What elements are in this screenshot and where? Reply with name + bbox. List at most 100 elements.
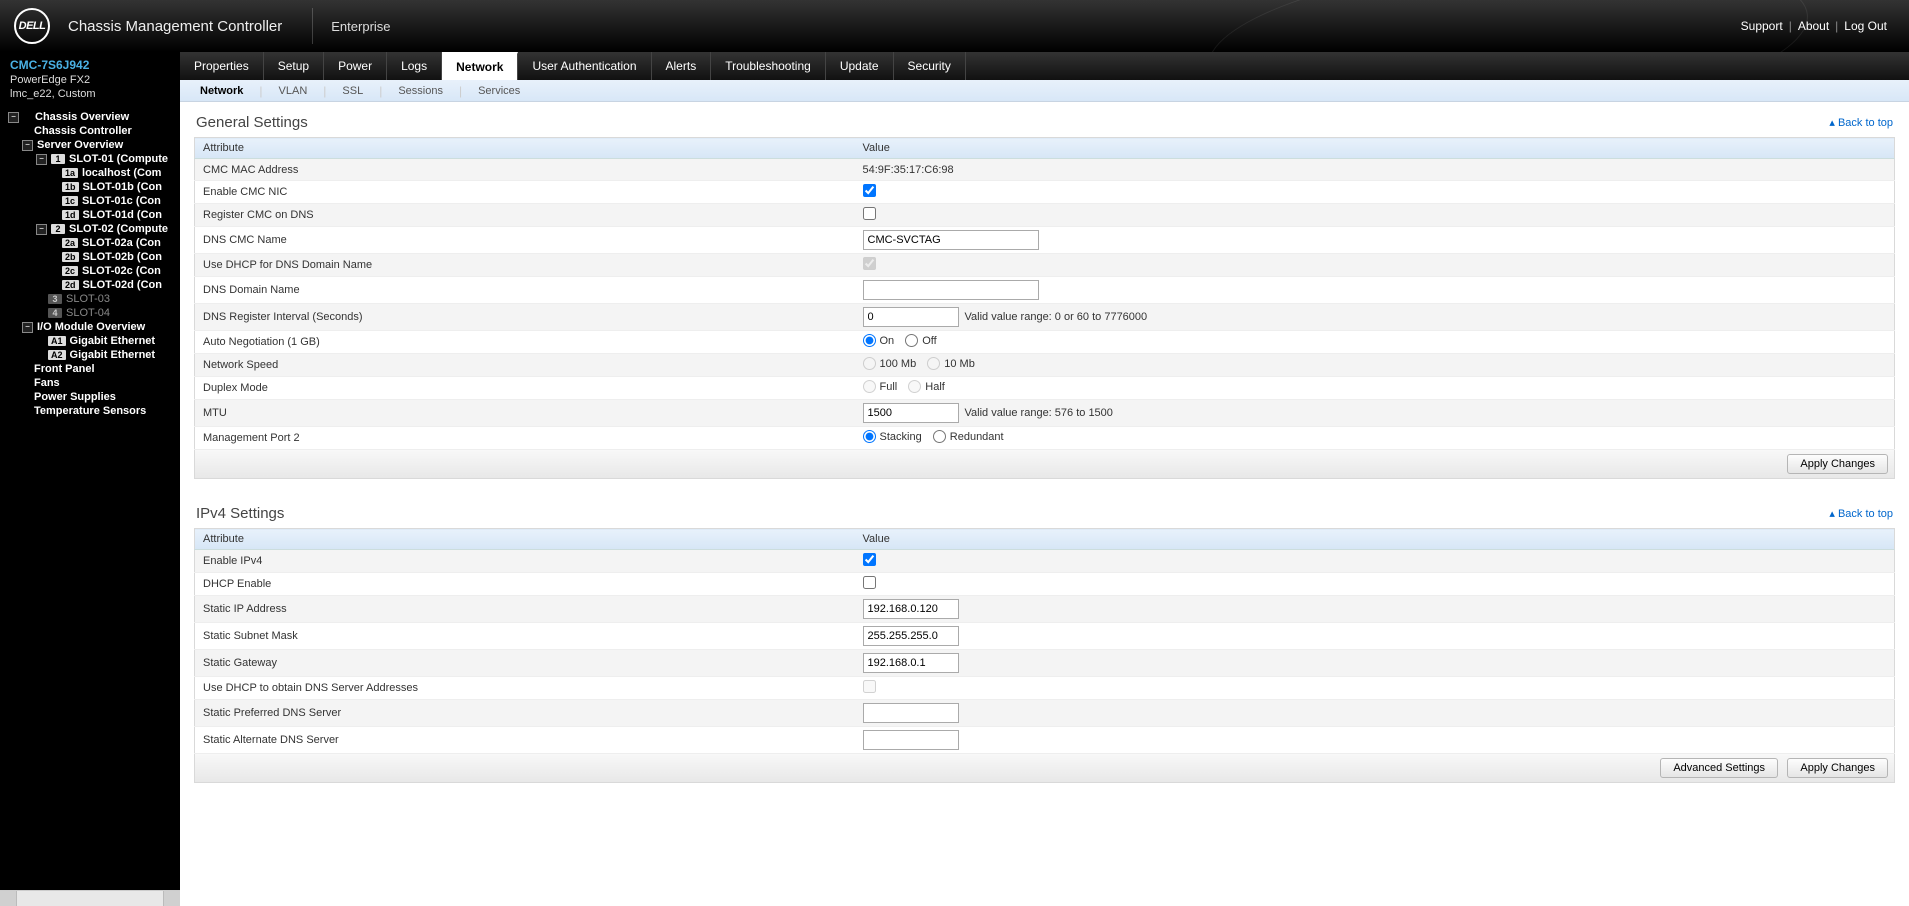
ipv4-dns2-input[interactable] [863,730,959,750]
logout-link[interactable]: Log Out [1844,19,1887,33]
dns-interval-label: DNS Register Interval (Seconds) [195,304,855,331]
back-to-top-link[interactable]: Back to top [1829,507,1893,520]
mgmt2-label: Management Port 2 [195,427,855,450]
register-dns-checkbox[interactable] [863,207,876,220]
ipv4-dhcp-checkbox[interactable] [863,576,876,589]
col-attribute: Attribute [195,529,855,550]
mtu-hint: Valid value range: 576 to 1500 [965,407,1113,419]
about-link[interactable]: About [1798,19,1829,33]
general-apply-button[interactable]: Apply Changes [1787,454,1888,474]
col-value: Value [855,138,1895,159]
tree-slot-02c[interactable]: 2cSLOT-02c (Con [6,264,180,278]
general-settings-title: General Settings [196,114,308,131]
tab-user-authentication[interactable]: User Authentication [518,52,651,80]
ipv4-dns1-input[interactable] [863,703,959,723]
autoneg-on-radio[interactable] [863,334,876,347]
collapse-icon[interactable]: − [36,154,47,165]
sidebar-h-scrollbar[interactable] [0,890,180,906]
dns-name-label: DNS CMC Name [195,227,855,254]
subtab-vlan[interactable]: VLAN [269,85,318,97]
service-tag: CMC-7S6J942 [10,58,170,72]
sidebar: CMC-7S6J942 PowerEdge FX2 lmc_e22, Custo… [0,52,180,890]
ipv4-settings-table: Attribute Value Enable IPv4 DHCP Enable … [194,528,1895,754]
subtab-ssl[interactable]: SSL [332,85,373,97]
tab-setup[interactable]: Setup [264,52,324,80]
collapse-icon[interactable]: − [22,140,33,151]
duplex-label: Duplex Mode [195,377,855,400]
ipv4-mask-label: Static Subnet Mask [195,623,855,650]
general-settings-table: Attribute Value CMC MAC Address54:9F:35:… [194,137,1895,450]
duplex-half-radio [908,380,921,393]
tab-update[interactable]: Update [826,52,894,80]
tree-power-supplies[interactable]: Power Supplies [6,390,180,404]
mtu-input[interactable] [863,403,959,423]
banner-title: Chassis Management Controller [68,18,282,35]
tree-chassis-controller[interactable]: Chassis Controller [6,124,180,138]
collapse-icon[interactable]: − [36,224,47,235]
ipv4-dhcp-dns-checkbox [863,680,876,693]
subtab-sessions[interactable]: Sessions [388,85,453,97]
enable-nic-label: Enable CMC NIC [195,181,855,204]
col-attribute: Attribute [195,138,855,159]
tree-slot-01c[interactable]: 1cSLOT-01c (Con [6,194,180,208]
tab-alerts[interactable]: Alerts [652,52,712,80]
dns-domain-input[interactable] [863,280,1039,300]
tree-server-overview[interactable]: −Server Overview [6,138,180,152]
tree-slot-02d[interactable]: 2dSLOT-02d (Con [6,278,180,292]
dns-interval-hint: Valid value range: 0 or 60 to 7776000 [965,311,1148,323]
tab-troubleshooting[interactable]: Troubleshooting [711,52,826,80]
mac-value: 54:9F:35:17:C6:98 [855,159,1895,181]
tree-slot-01b[interactable]: 1bSLOT-01b (Con [6,180,180,194]
tree-gige-a1[interactable]: A1Gigabit Ethernet [6,334,180,348]
ipv4-enable-label: Enable IPv4 [195,550,855,573]
tree-slot-04[interactable]: 4SLOT-04 [6,306,180,320]
tab-logs[interactable]: Logs [387,52,442,80]
dhcp-dns-domain-checkbox [863,257,876,270]
ipv4-apply-button[interactable]: Apply Changes [1787,758,1888,778]
dhcp-dns-domain-label: Use DHCP for DNS Domain Name [195,254,855,277]
location: lmc_e22, Custom [10,86,170,106]
back-to-top-link[interactable]: Back to top [1829,116,1893,129]
tab-security[interactable]: Security [894,52,966,80]
autoneg-label: Auto Negotiation (1 GB) [195,331,855,354]
subtab-services[interactable]: Services [468,85,530,97]
tree-gige-a2[interactable]: A2Gigabit Ethernet [6,348,180,362]
ipv4-ip-input[interactable] [863,599,959,619]
banner-divider [312,8,313,44]
ipv4-dns1-label: Static Preferred DNS Server [195,700,855,727]
model-name: PowerEdge FX2 [10,72,170,86]
tree-fans[interactable]: Fans [6,376,180,390]
ipv4-enable-checkbox[interactable] [863,553,876,566]
tree-temp-sensors[interactable]: Temperature Sensors [6,404,180,418]
ipv4-advanced-button[interactable]: Advanced Settings [1660,758,1778,778]
duplex-full-radio [863,380,876,393]
subtab-network[interactable]: Network [190,85,253,97]
mgmt2-stacking-radio[interactable] [863,430,876,443]
tree-slot-01d[interactable]: 1dSLOT-01d (Con [6,208,180,222]
mgmt2-redundant-radio[interactable] [933,430,946,443]
collapse-icon[interactable]: − [8,112,19,123]
support-link[interactable]: Support [1741,19,1783,33]
tab-power[interactable]: Power [324,52,387,80]
dns-interval-input[interactable] [863,307,959,327]
tab-network[interactable]: Network [442,52,518,80]
tree-slot-03[interactable]: 3SLOT-03 [6,292,180,306]
ipv4-mask-input[interactable] [863,626,959,646]
tab-properties[interactable]: Properties [180,52,264,80]
collapse-icon[interactable]: − [22,322,33,333]
tree-io-overview[interactable]: −I/O Module Overview [6,320,180,334]
tree-chassis-overview[interactable]: −Chassis Overview [6,110,180,124]
tree-front-panel[interactable]: Front Panel [6,362,180,376]
tree-slot-02a[interactable]: 2aSLOT-02a (Con [6,236,180,250]
register-dns-label: Register CMC on DNS [195,204,855,227]
tree-slot-01a[interactable]: 1alocalhost (Com [6,166,180,180]
tree-slot-02[interactable]: −2SLOT-02 (Compute [6,222,180,236]
tree-slot-02b[interactable]: 2bSLOT-02b (Con [6,250,180,264]
tree-slot-01[interactable]: −1SLOT-01 (Compute [6,152,180,166]
dns-name-input[interactable] [863,230,1039,250]
ipv4-dhcp-label: DHCP Enable [195,573,855,596]
enable-nic-checkbox[interactable] [863,184,876,197]
banner-links: Support| About| Log Out [1741,19,1887,33]
ipv4-gw-input[interactable] [863,653,959,673]
autoneg-off-radio[interactable] [905,334,918,347]
